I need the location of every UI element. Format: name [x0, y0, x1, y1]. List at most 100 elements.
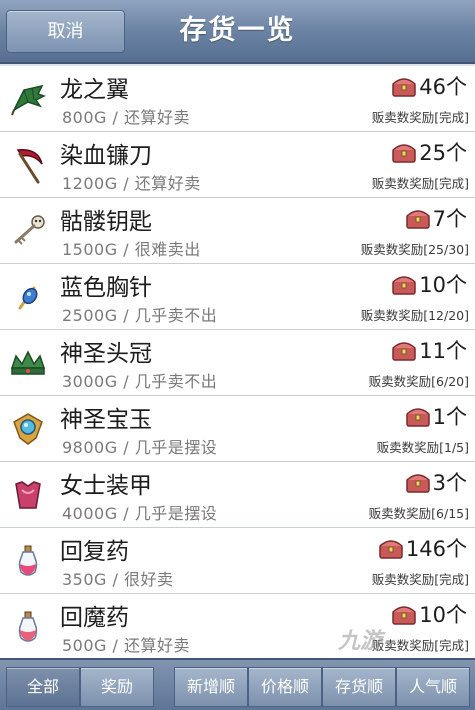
mana-potion-icon: [18, 611, 38, 642]
sort-stock-button[interactable]: 存货顺: [322, 667, 396, 707]
sales-reward-progress: 贩卖数奖励[完成]: [371, 110, 469, 125]
sales-reward-progress: 贩卖数奖励[1/5]: [376, 440, 469, 455]
sales-reward-progress: 贩卖数奖励[完成]: [371, 176, 469, 191]
item-name: 回复药: [60, 539, 129, 565]
sort-popular-button[interactable]: 人气顺: [396, 667, 470, 707]
treasure-chest-icon: [392, 144, 417, 163]
list-item[interactable]: 骷髅钥匙 1500G / 很难卖出 7个 贩卖数奖励[25/30]: [0, 198, 475, 264]
stock-count: 11个: [391, 336, 467, 364]
stock-count: 1个: [405, 402, 467, 430]
sales-reward-progress: 贩卖数奖励[6/15]: [368, 506, 469, 521]
stock-count: 7个: [405, 204, 467, 232]
stock-count: 25个: [391, 138, 467, 166]
item-sale-status: 几乎是摆设: [134, 438, 218, 457]
treasure-chest-icon: [392, 78, 417, 97]
holy-jewel-icon: [13, 413, 43, 445]
item-count: 10个: [419, 273, 467, 297]
separator: /: [112, 108, 119, 127]
item-price: 4000G: [62, 504, 118, 523]
filter-all-button[interactable]: 全部: [6, 667, 80, 707]
item-name: 龙之翼: [60, 77, 129, 103]
list-item[interactable]: 神圣头冠 3000G / 几乎卖不出 11个 贩卖数奖励[6/20]: [0, 330, 475, 396]
sort-new-button[interactable]: 新增顺: [174, 667, 248, 707]
item-price-status: 500G / 还算好卖: [62, 632, 190, 656]
stock-count: 10个: [391, 270, 467, 298]
separator: /: [123, 174, 130, 193]
list-item[interactable]: 龙之翼 800G / 还算好卖 46个 贩卖数奖励[完成]: [0, 66, 475, 132]
item-price: 800G: [62, 108, 107, 127]
sales-reward-progress: 贩卖数奖励[完成]: [371, 572, 469, 587]
cancel-button[interactable]: 取消: [6, 10, 125, 53]
list-item[interactable]: 蓝色胸针 2500G / 几乎卖不出 10个 贩卖数奖励[12/20]: [0, 264, 475, 330]
item-name: 染血镰刀: [60, 143, 152, 169]
item-count: 146个: [405, 537, 467, 561]
item-price-status: 4000G / 几乎是摆设: [62, 500, 217, 524]
sales-reward-progress: 贩卖数奖励[25/30]: [360, 242, 469, 257]
item-sale-status: 还算好卖: [134, 174, 201, 193]
list-item[interactable]: 染血镰刀 1200G / 还算好卖 25个 贩卖数奖励[完成]: [0, 132, 475, 198]
page-title: 存货一览: [179, 15, 296, 46]
item-price-status: 2500G / 几乎卖不出: [62, 302, 217, 326]
separator: /: [123, 504, 130, 523]
blue-brooch-icon: [18, 286, 38, 310]
item-price: 9800G: [62, 438, 118, 457]
list-item[interactable]: 女士装甲 4000G / 几乎是摆设 3个 贩卖数奖励[6/15]: [0, 462, 475, 528]
item-sale-status: 几乎卖不出: [134, 306, 218, 325]
item-sale-status: 很难卖出: [134, 240, 201, 259]
item-count: 25个: [419, 141, 467, 165]
treasure-chest-icon: [392, 276, 417, 295]
item-name: 蓝色胸针: [60, 275, 152, 301]
list-item[interactable]: 神圣宝玉 9800G / 几乎是摆设 1个 贩卖数奖励[1/5]: [0, 396, 475, 462]
treasure-chest-icon: [405, 210, 430, 229]
item-sale-status: 还算好卖: [124, 108, 191, 127]
item-count: 1个: [432, 405, 467, 429]
item-name: 神圣头冠: [60, 341, 152, 367]
item-count: 3个: [432, 471, 467, 495]
separator: /: [123, 372, 130, 391]
skull-key-icon: [14, 215, 45, 245]
separator: /: [112, 636, 119, 655]
sales-reward-progress: 贩卖数奖励[6/20]: [368, 374, 469, 389]
filter-reward-button[interactable]: 奖励: [80, 667, 154, 707]
healing-potion-icon: [18, 545, 38, 576]
sales-reward-progress: 贩卖数奖励[12/20]: [360, 308, 469, 323]
bloody-scythe-icon: [16, 149, 43, 184]
stock-count: 46个: [391, 72, 467, 100]
sort-price-button[interactable]: 价格顺: [248, 667, 322, 707]
list-item[interactable]: 回复药 350G / 很好卖 146个 贩卖数奖励[完成]: [0, 528, 475, 594]
separator: /: [123, 306, 130, 325]
item-sale-status: 还算好卖: [124, 636, 191, 655]
stock-count: 146个: [378, 534, 467, 562]
item-price-status: 3000G / 几乎卖不出: [62, 368, 217, 392]
treasure-chest-icon: [405, 408, 430, 427]
dragon-wing-icon: [11, 84, 46, 116]
item-price-status: 1200G / 还算好卖: [62, 170, 201, 194]
item-sale-status: 几乎是摆设: [134, 504, 218, 523]
item-sale-status: 几乎卖不出: [134, 372, 218, 391]
lady-armor-icon: [15, 481, 41, 509]
bottom-toolbar: 全部 奖励 新增顺 价格顺 存货顺 人气顺: [0, 658, 475, 710]
holy-crown-icon: [10, 350, 46, 375]
item-price-status: 1500G / 很难卖出: [62, 236, 201, 260]
separator: /: [123, 438, 130, 457]
stock-count: 3个: [405, 468, 467, 496]
watermark: 九游: [338, 629, 383, 654]
item-price-status: 9800G / 几乎是摆设: [62, 434, 217, 458]
title-bar: 取消 存货一览: [0, 0, 475, 64]
item-sale-status: 很好卖: [124, 570, 174, 589]
item-price: 3000G: [62, 372, 118, 391]
item-name: 回魔药: [60, 605, 129, 631]
separator: /: [123, 240, 130, 259]
item-price: 1500G: [62, 240, 118, 259]
treasure-chest-icon: [405, 474, 430, 493]
item-price-status: 800G / 还算好卖: [62, 104, 190, 128]
item-price: 2500G: [62, 306, 118, 325]
item-name: 女士装甲: [60, 473, 152, 499]
treasure-chest-icon: [392, 342, 417, 361]
item-price: 1200G: [62, 174, 118, 193]
treasure-chest-icon: [379, 540, 403, 559]
item-price: 500G: [62, 636, 107, 655]
separator: /: [112, 570, 119, 589]
inventory-list[interactable]: 龙之翼 800G / 还算好卖 46个 贩卖数奖励[完成] 染血镰刀 1200G…: [0, 66, 475, 658]
item-name: 神圣宝玉: [60, 407, 152, 433]
